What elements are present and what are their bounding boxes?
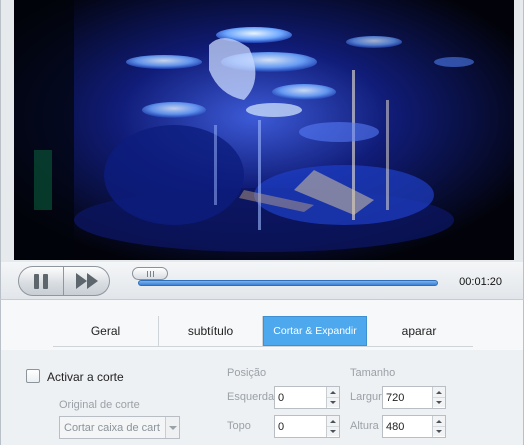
crop-source-label: Original de corte (59, 399, 140, 411)
chevron-down-icon (165, 417, 179, 438)
height-stepper[interactable]: 480 (382, 415, 446, 438)
fast-forward-icon (75, 273, 98, 289)
time-display: 00:01:20 (459, 276, 502, 288)
tab-cortar-expandir[interactable]: Cortar & Expandir (263, 316, 367, 346)
left-stepper[interactable]: 0 (274, 386, 340, 409)
top-value: 0 (278, 421, 285, 433)
width-increment-button[interactable] (433, 387, 445, 397)
position-header: Posição (227, 367, 267, 379)
width-label: Largur (350, 391, 382, 403)
width-stepper[interactable]: 720 (382, 386, 446, 409)
activate-crop-checkbox[interactable] (26, 369, 40, 383)
seek-thumb[interactable] (132, 267, 168, 280)
video-frame (0, 0, 524, 262)
player-controls: 00:01:20 (0, 262, 524, 300)
video-preview[interactable] (14, 0, 514, 260)
top-label: Topo (227, 420, 251, 432)
tab-subtitulo[interactable]: subtítulo (159, 316, 263, 346)
height-label: Altura (350, 420, 379, 432)
width-value: 720 (386, 392, 405, 404)
tabs-divider (53, 346, 473, 347)
left-increment-button[interactable] (327, 387, 339, 397)
settings-tabs: Geral subtítulo Cortar & Expandir aparar (0, 300, 524, 350)
activate-crop-label: Activar a corte (47, 370, 124, 384)
crop-source-select[interactable]: Cortar caixa de cart (59, 416, 180, 439)
top-increment-button[interactable] (327, 416, 339, 426)
fast-forward-button[interactable] (64, 266, 110, 296)
size-header: Tamanho (350, 367, 396, 379)
tab-aparar[interactable]: aparar (367, 316, 471, 346)
seek-bar[interactable] (138, 280, 438, 286)
height-decrement-button[interactable] (433, 426, 445, 436)
crop-source-value: Cortar caixa de cart (64, 422, 160, 434)
top-stepper[interactable]: 0 (274, 415, 340, 438)
crop-settings-panel: Activar a corte Original de corte Cortar… (0, 350, 524, 445)
video-frame-image (14, 0, 514, 260)
height-value: 480 (386, 421, 405, 433)
left-decrement-button[interactable] (327, 397, 339, 407)
top-decrement-button[interactable] (327, 426, 339, 436)
height-increment-button[interactable] (433, 416, 445, 426)
pause-icon (32, 273, 50, 289)
width-decrement-button[interactable] (433, 397, 445, 407)
pause-button[interactable] (18, 266, 64, 296)
left-label: Esquerda (227, 391, 275, 403)
left-value: 0 (278, 392, 285, 404)
tab-geral[interactable]: Geral (53, 316, 159, 346)
